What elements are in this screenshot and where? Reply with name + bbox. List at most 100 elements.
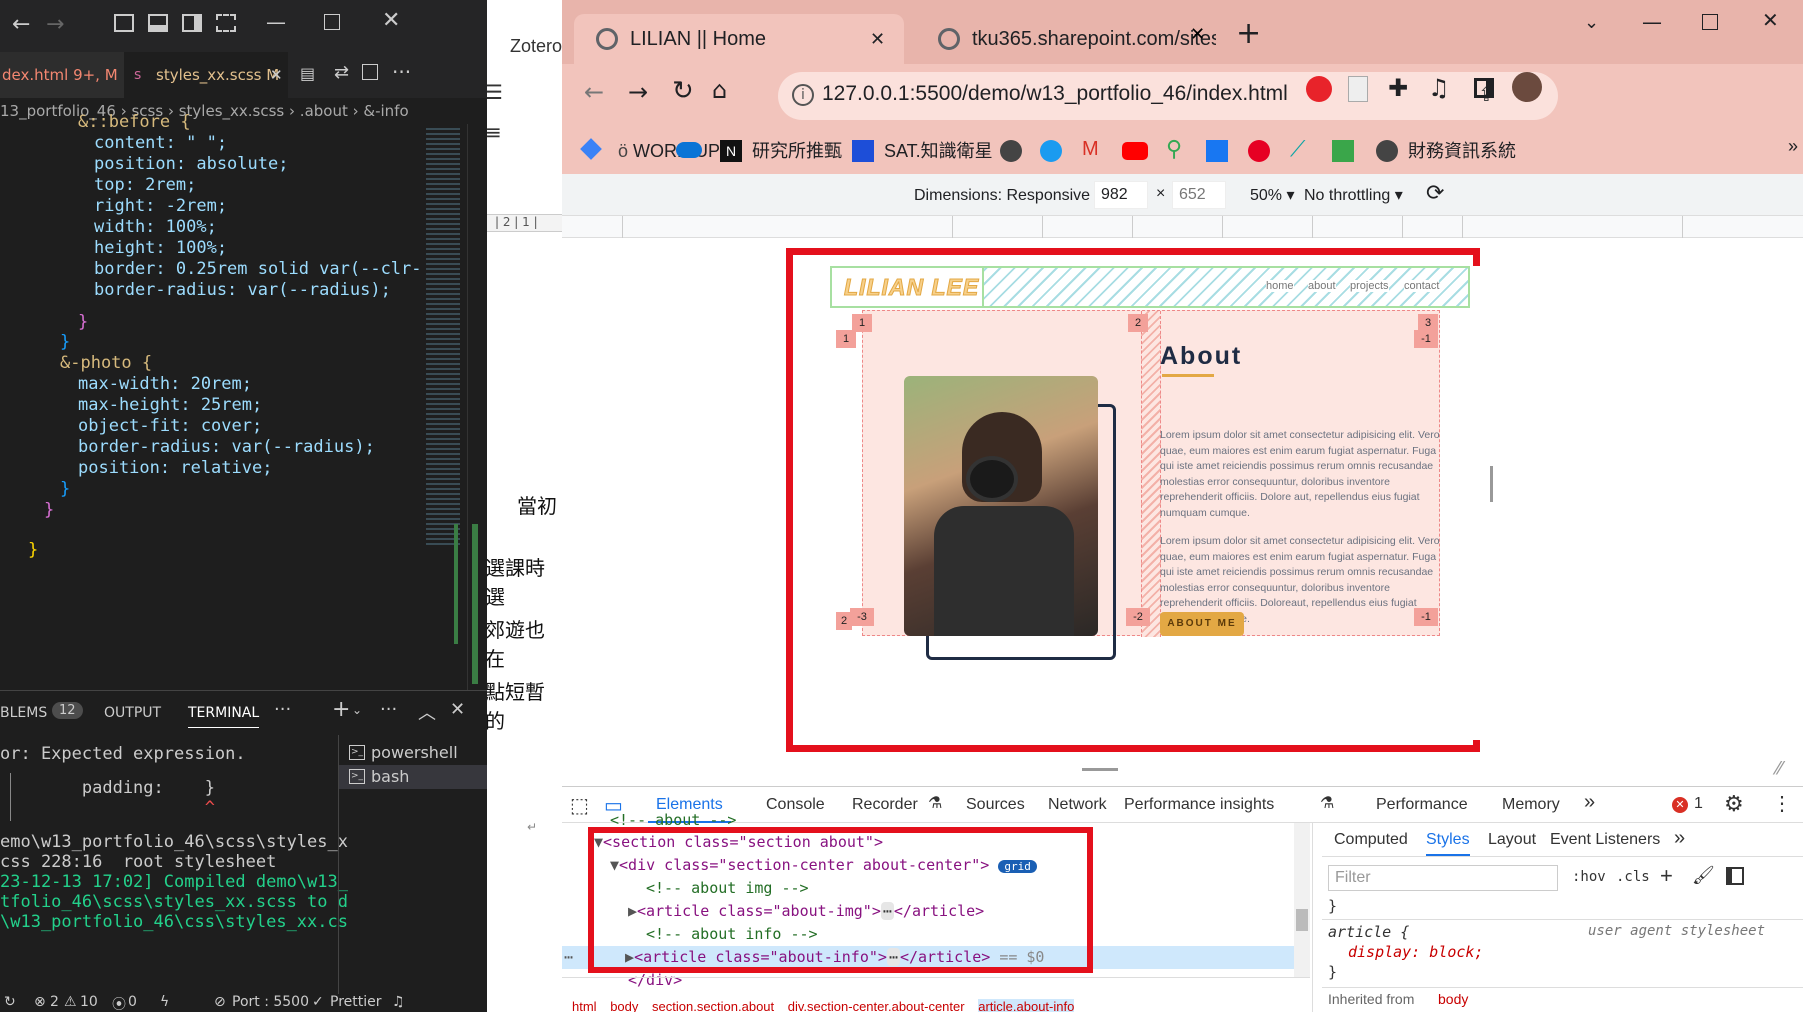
secondary-sidebar-icon[interactable] bbox=[182, 14, 202, 32]
editor-scrollbar[interactable] bbox=[467, 124, 487, 690]
gmail-icon[interactable]: M bbox=[1082, 138, 1099, 161]
kebab-menu-icon[interactable]: ⋮ bbox=[1772, 791, 1792, 816]
height-input[interactable]: 652 bbox=[1172, 181, 1226, 209]
terminal-output[interactable]: or: Expected expression. padding: } ^ em… bbox=[0, 735, 348, 995]
throttling-dropdown[interactable]: No throttling ▾ bbox=[1304, 185, 1403, 205]
close-panel-icon[interactable]: ✕ bbox=[450, 699, 465, 720]
bookmark-word-up[interactable]: ö WORD UP bbox=[618, 136, 720, 166]
terminal-item-bash[interactable]: >_ bash bbox=[339, 765, 487, 789]
nav-contact[interactable]: contact bbox=[1404, 280, 1440, 292]
globe-icon[interactable] bbox=[1000, 140, 1022, 162]
more-tabs-icon[interactable]: » bbox=[1584, 791, 1595, 814]
paint-brush-icon[interactable]: 🖌 bbox=[1692, 865, 1715, 886]
tab-network[interactable]: Network bbox=[1048, 787, 1107, 823]
close-tab-icon[interactable]: ✕ bbox=[1190, 24, 1205, 45]
tab-layout[interactable]: Layout bbox=[1488, 831, 1536, 849]
minimize-icon[interactable]: — bbox=[1642, 10, 1662, 34]
facebook-icon[interactable] bbox=[1206, 140, 1228, 162]
more-tabs-icon[interactable]: » bbox=[1674, 827, 1685, 850]
youtube-icon[interactable] bbox=[1122, 142, 1148, 160]
corner-resize-icon[interactable]: ⁄⁄ bbox=[1776, 758, 1782, 779]
open-preview-icon[interactable]: ▤ bbox=[300, 64, 315, 83]
close-window-icon[interactable]: ✕ bbox=[1762, 8, 1779, 32]
bookmark-research[interactable]: N 研究所推甄 bbox=[720, 136, 842, 166]
back-arrow-icon[interactable]: ← bbox=[12, 12, 30, 37]
maximize-icon[interactable] bbox=[1702, 14, 1718, 30]
bookmark-finance[interactable]: 財務資訊系統 bbox=[1376, 136, 1516, 166]
app-icon[interactable] bbox=[1040, 140, 1062, 162]
chevron-down-icon[interactable]: ⌄ bbox=[352, 703, 362, 717]
tab-event-listeners[interactable]: Event Listeners bbox=[1550, 831, 1660, 849]
hover-state-toggle[interactable]: :hov bbox=[1572, 869, 1606, 885]
url-text[interactable]: 127.0.0.1:5500/demo/w13_portfolio_46/ind… bbox=[822, 82, 1288, 106]
app-icon[interactable]: ⟋ bbox=[1290, 136, 1305, 162]
adblock-icon[interactable] bbox=[1306, 76, 1332, 102]
avatar[interactable] bbox=[1512, 72, 1542, 102]
tab-search-icon[interactable]: ⌄ bbox=[1584, 12, 1599, 33]
app-icon[interactable] bbox=[1332, 140, 1354, 162]
extensions-icon[interactable]: ✚ bbox=[1388, 74, 1408, 102]
new-tab-icon[interactable]: + bbox=[1236, 16, 1261, 51]
forward-arrow-icon[interactable]: → bbox=[46, 12, 64, 37]
more-bookmarks-icon[interactable]: » bbox=[1788, 136, 1798, 157]
tab-terminal[interactable]: TERMINAL bbox=[188, 705, 260, 728]
error-icon[interactable]: ⊗ bbox=[34, 994, 46, 1010]
maximize-icon[interactable] bbox=[324, 14, 340, 30]
tab-index-html[interactable]: dex.html 9+, M bbox=[0, 52, 124, 98]
bottom-resize-handle[interactable] bbox=[1082, 768, 1118, 771]
error-icon[interactable]: ✕ bbox=[1672, 797, 1688, 813]
lightning-icon[interactable]: ϟ bbox=[160, 994, 169, 1010]
elements-tree[interactable]: <!-- about --> ▼<section class="section … bbox=[562, 811, 1310, 989]
split-editor-icon[interactable] bbox=[362, 64, 378, 80]
crumb-body[interactable]: body bbox=[610, 999, 638, 1012]
tab-recorder[interactable]: Recorder bbox=[852, 787, 918, 823]
reload-icon[interactable]: ↻ bbox=[672, 76, 694, 106]
maximize-panel-icon[interactable]: ︿ bbox=[418, 699, 436, 725]
tab-styles[interactable]: Styles bbox=[1426, 831, 1470, 856]
crumb-div[interactable]: div.section-center.about-center bbox=[788, 999, 965, 1012]
customize-layout-icon[interactable] bbox=[216, 14, 236, 32]
tab-sources[interactable]: Sources bbox=[966, 787, 1025, 823]
nav-projects[interactable]: projects bbox=[1350, 280, 1389, 292]
more-actions-icon[interactable]: ··· bbox=[392, 60, 411, 84]
rotate-icon[interactable]: ⟳ bbox=[1426, 180, 1444, 206]
crumb-section[interactable]: section.section.about bbox=[652, 999, 774, 1012]
forward-icon[interactable]: → bbox=[628, 78, 648, 106]
back-icon[interactable]: ← bbox=[584, 78, 604, 106]
close-window-icon[interactable]: ✕ bbox=[382, 8, 400, 33]
tab-problems[interactable]: BLEMS bbox=[0, 705, 47, 721]
media-icon[interactable]: ♫ bbox=[1428, 74, 1450, 102]
sync-icon[interactable]: ↻ bbox=[4, 994, 16, 1010]
crumb-html[interactable]: html bbox=[572, 999, 597, 1012]
numbered-list-icon[interactable]: ☰ bbox=[487, 80, 503, 104]
tab-sharepoint[interactable]: tku365.sharepoint.com/sites/ bbox=[916, 14, 1216, 64]
pinterest-icon[interactable] bbox=[1248, 140, 1270, 162]
new-terminal-icon[interactable]: + bbox=[332, 697, 350, 722]
tab-performance-insights[interactable]: Performance insights bbox=[1124, 787, 1274, 823]
breadcrumb-info[interactable]: &-info bbox=[363, 102, 408, 120]
settings-gear-icon[interactable]: ⚙ bbox=[1724, 791, 1744, 817]
viewport-resize-handle[interactable] bbox=[1490, 466, 1493, 502]
tab-styles-scss[interactable]: ꜱ styles_xx.scss M ✕ bbox=[124, 52, 288, 98]
inspect-icon[interactable]: ⬚ bbox=[570, 793, 589, 818]
side-panel-icon[interactable] bbox=[1474, 78, 1494, 98]
ports-icon[interactable]: ⦿ bbox=[112, 994, 126, 1012]
more-actions-icon[interactable]: ··· bbox=[380, 699, 397, 720]
dimensions-dropdown[interactable]: Dimensions: Responsive ▾ bbox=[914, 185, 1103, 205]
nav-home[interactable]: home bbox=[1266, 280, 1294, 292]
site-logo[interactable]: LILIAN LEE bbox=[843, 274, 979, 301]
tab-performance[interactable]: Performance bbox=[1376, 787, 1468, 823]
about-me-button[interactable]: ABOUT ME bbox=[1160, 612, 1244, 636]
compare-icon[interactable]: ⇄ bbox=[334, 62, 349, 83]
breadcrumb-about[interactable]: .about bbox=[300, 102, 348, 120]
bell-icon[interactable]: ♫ bbox=[392, 994, 405, 1010]
nav-about[interactable]: about bbox=[1308, 280, 1336, 292]
tab-console[interactable]: Console bbox=[766, 787, 825, 823]
close-tab-icon[interactable]: ✕ bbox=[870, 14, 885, 64]
minimize-icon[interactable]: — bbox=[266, 10, 286, 34]
more-icon[interactable]: ··· bbox=[274, 699, 291, 720]
prettier-status[interactable]: Prettier bbox=[330, 994, 382, 1010]
panel-layout-icon[interactable] bbox=[148, 14, 168, 32]
dom-scrollbar[interactable] bbox=[1294, 823, 1310, 977]
styles-filter-input[interactable]: Filter bbox=[1328, 865, 1558, 891]
